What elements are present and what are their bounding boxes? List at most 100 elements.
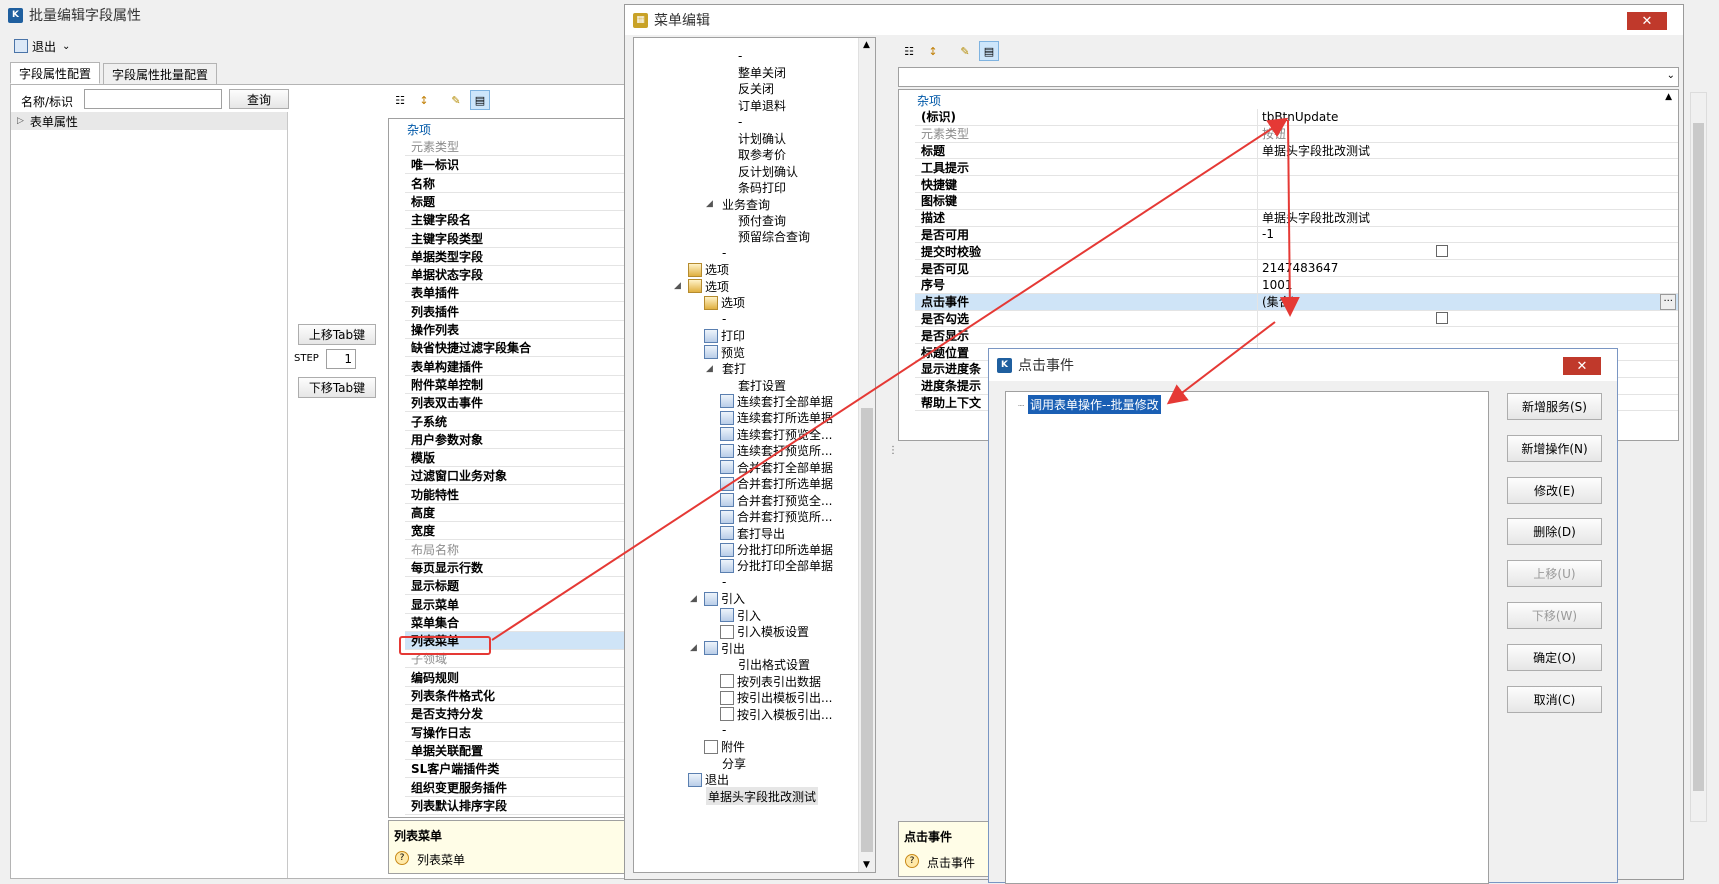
bg-prop-row[interactable]: 缺省快捷过滤字段集合: [405, 339, 627, 358]
menu-tree-item[interactable]: 取参考价: [738, 146, 786, 164]
bg-prop-row[interactable]: 单据关联配置: [405, 742, 627, 760]
menu-tree-item[interactable]: 条码打印: [738, 179, 786, 197]
scroll-thumb[interactable]: [861, 408, 873, 852]
menu-tree-item[interactable]: 反计划确认: [738, 162, 798, 180]
menu-tree-item[interactable]: 合并套打预览全...: [720, 491, 832, 509]
dialog-button[interactable]: 上移(U): [1507, 560, 1602, 588]
menu-tree-item[interactable]: 引入: [720, 606, 761, 624]
query-button[interactable]: 查询: [229, 89, 289, 109]
menu-tree-item[interactable]: -: [722, 244, 726, 262]
prop-value[interactable]: 按钮: [1257, 125, 1678, 142]
prop-value[interactable]: [1257, 243, 1678, 260]
menu-tree-item[interactable]: 套打导出: [720, 524, 785, 542]
menu-tree-scrollbar[interactable]: ▲ ▼: [858, 38, 875, 872]
bg-prop-row[interactable]: 主键字段名: [405, 211, 627, 230]
prop-value[interactable]: [1257, 310, 1678, 327]
properties-icon[interactable]: ▤: [979, 41, 999, 61]
menu-tree-item[interactable]: 业务查询: [722, 195, 770, 213]
menu-tree-item[interactable]: 按引入模板引出...: [720, 705, 832, 723]
menu-tree-item[interactable]: 连续套打全部单据: [720, 392, 833, 410]
prop-checkbox[interactable]: [1436, 312, 1448, 325]
move-down-tab-button[interactable]: 下移Tab键: [298, 377, 376, 398]
menu-tree-item[interactable]: 按引出模板引出...: [720, 689, 832, 707]
prop-value[interactable]: tbBtnUpdate: [1257, 109, 1678, 125]
menu-tree-item[interactable]: 选项: [688, 261, 729, 279]
menu-tree-item[interactable]: 单据头字段批改测试: [706, 787, 819, 806]
prop-value[interactable]: 单据头字段批改测试: [1257, 142, 1678, 159]
menu-tree-item[interactable]: 预览: [704, 343, 745, 361]
menu-tree-item[interactable]: -: [722, 721, 726, 739]
dialog-button[interactable]: 新增服务(S): [1507, 393, 1602, 420]
bg-prop-row[interactable]: 编码规则: [405, 669, 627, 687]
scroll-down-icon[interactable]: ▼: [863, 860, 870, 870]
bg-right-scrollbar[interactable]: [1690, 92, 1707, 822]
bg-prop-row[interactable]: 宽度: [405, 522, 627, 541]
scroll-up-icon[interactable]: ▲: [863, 40, 870, 50]
menu-prop-row[interactable]: 是否可用 -1: [915, 226, 1678, 244]
prop-value[interactable]: -1: [1257, 226, 1678, 243]
menu-tree-item[interactable]: 连续套打预览全...: [720, 425, 832, 443]
chevron-down-icon[interactable]: ⌄: [62, 41, 70, 52]
prop-value[interactable]: [1257, 159, 1678, 176]
prop-checkbox[interactable]: [1436, 245, 1448, 258]
tab-field-prop-config[interactable]: 字段属性配置: [10, 62, 101, 84]
bg-prop-row[interactable]: 列表默认排序字段: [405, 797, 627, 815]
prop-value[interactable]: 单据头字段批改测试: [1257, 209, 1678, 226]
bg-prop-row[interactable]: 组织变更服务插件: [405, 779, 627, 797]
menu-tree-item[interactable]: 引入模板设置: [720, 623, 809, 641]
bg-prop-row[interactable]: 元素类型: [405, 138, 627, 156]
menu-tree-item[interactable]: 分批打印所选单据: [720, 541, 833, 559]
prop-value[interactable]: [1257, 176, 1678, 192]
menu-tree-item[interactable]: 预留综合查询: [738, 228, 810, 246]
bg-prop-row[interactable]: 显示标题: [405, 577, 627, 596]
menu-tree-item[interactable]: 计划确认: [738, 129, 786, 147]
menu-tree-item[interactable]: 合并套打全部单据: [720, 458, 833, 476]
menu-prop-row[interactable]: 点击事件 (集合) ···: [915, 293, 1678, 311]
dialog-button[interactable]: 新增操作(N): [1507, 434, 1602, 462]
event-item[interactable]: 调用表单操作--批量修改: [1028, 395, 1161, 414]
tab-field-prop-batch-config[interactable]: 字段属性批量配置: [103, 63, 218, 85]
menu-tree-item[interactable]: 合并套打预览所...: [720, 508, 832, 526]
expand-arrow-icon[interactable]: ◢: [690, 594, 697, 604]
ellipsis-button[interactable]: ···: [1660, 293, 1676, 310]
bg-prop-row[interactable]: 单据状态字段: [405, 266, 627, 285]
step-input[interactable]: [326, 349, 356, 369]
bg-prop-row[interactable]: 表单构建插件: [405, 358, 627, 376]
expand-arrow-icon[interactable]: ◢: [706, 199, 713, 209]
bg-prop-row[interactable]: 菜单集合: [405, 614, 627, 632]
expand-arrow-icon[interactable]: ◢: [674, 281, 681, 291]
sort-az-icon[interactable]: ↕: [414, 90, 434, 110]
bg-prop-row[interactable]: 列表双击事件: [405, 394, 627, 413]
menu-tree-item[interactable]: 套打设置: [738, 376, 786, 394]
menu-prop-row[interactable]: 是否勾选: [915, 310, 1678, 328]
menu-prop-row[interactable]: 快捷键: [915, 176, 1678, 193]
menu-tree-item[interactable]: -: [738, 47, 742, 65]
bg-prop-row[interactable]: 高度: [405, 504, 627, 522]
bg-prop-row[interactable]: 列表条件格式化: [405, 687, 627, 705]
expand-arrow-icon[interactable]: ▷: [17, 116, 24, 126]
menu-tree-item[interactable]: 分享: [722, 754, 746, 772]
property-pages-icon[interactable]: ✎: [955, 41, 975, 61]
menu-tree-item[interactable]: 套打: [722, 360, 746, 378]
menu-tree-item[interactable]: -: [722, 573, 726, 591]
menu-prop-row[interactable]: 是否可见 2147483647: [915, 260, 1678, 277]
menu-tree-item[interactable]: 选项: [704, 294, 745, 312]
bg-prop-row[interactable]: 写操作日志: [405, 724, 627, 742]
exit-button[interactable]: 退出 ⌄: [14, 36, 70, 56]
prop-value[interactable]: [1257, 327, 1678, 344]
bg-prop-row[interactable]: 唯一标识: [405, 156, 627, 175]
bg-prop-row[interactable]: 名称: [405, 175, 627, 193]
menu-tree-item[interactable]: 选项: [688, 277, 729, 295]
menu-tree-item[interactable]: 引出: [704, 639, 745, 657]
dialog-button[interactable]: 删除(D): [1507, 518, 1602, 546]
menu-prop-row[interactable]: (标识) tbBtnUpdate: [915, 109, 1678, 126]
bg-prop-row[interactable]: 单据类型字段: [405, 248, 627, 266]
menu-tree-item[interactable]: 引出格式设置: [738, 656, 810, 674]
move-up-tab-button[interactable]: 上移Tab键: [298, 324, 376, 345]
menu-prop-row[interactable]: 工具提示: [915, 159, 1678, 177]
close-icon[interactable]: ✕: [1627, 12, 1667, 30]
menu-tree-item[interactable]: 连续套打预览所...: [720, 442, 832, 460]
menu-tree-item[interactable]: 按列表引出数据: [720, 672, 821, 690]
bg-prop-row[interactable]: 操作列表: [405, 321, 627, 339]
sort-az-icon[interactable]: ↕: [923, 41, 943, 61]
